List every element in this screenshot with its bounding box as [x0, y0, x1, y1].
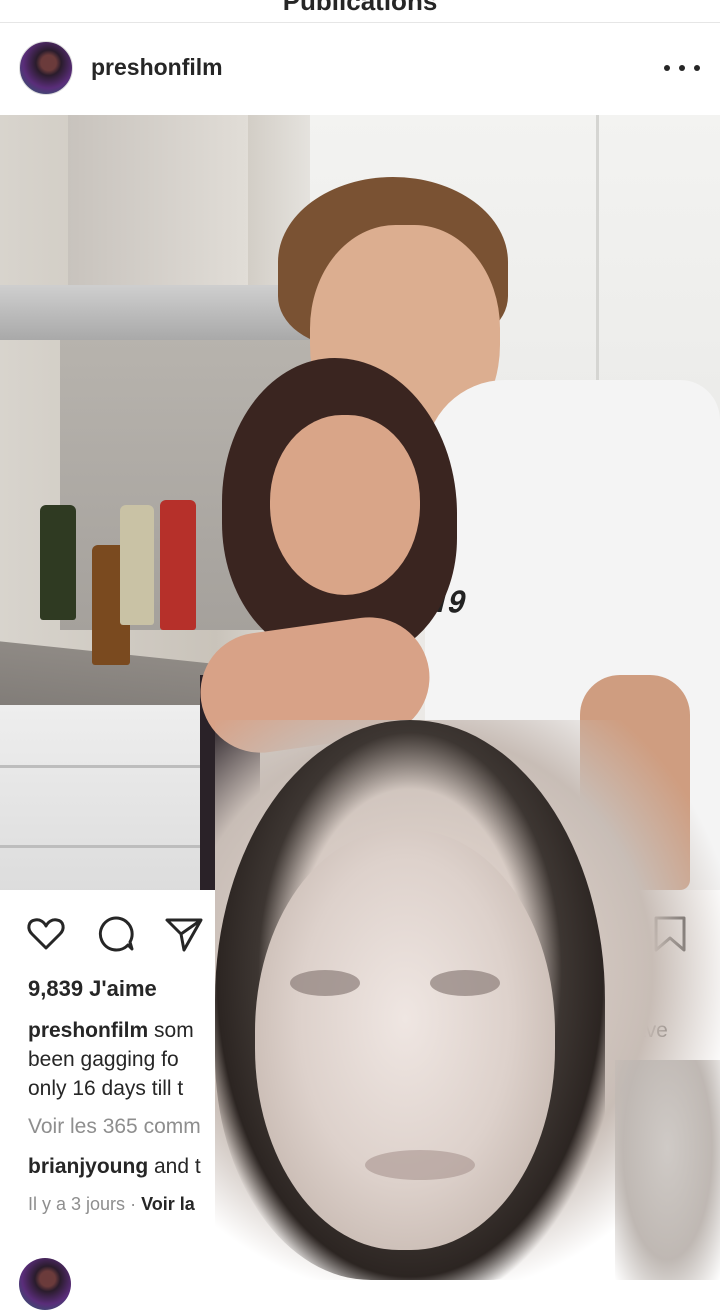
liked-by: brianjyoung and t [28, 1155, 201, 1179]
caption-username[interactable]: preshonfilm [28, 1019, 148, 1042]
camera-overlay [215, 720, 720, 1280]
post-header: preshonfilm [0, 23, 720, 115]
next-post-avatar[interactable] [19, 1258, 71, 1310]
post-username[interactable]: preshonfilm [91, 54, 223, 81]
send-icon[interactable] [162, 912, 206, 956]
liked-by-rest: and t [148, 1155, 201, 1178]
page-title: Publications [282, 0, 438, 16]
more-dots-icon[interactable] [664, 53, 700, 83]
likes-count[interactable]: 9,839 J'aime [28, 976, 157, 1002]
heart-icon[interactable] [24, 912, 68, 956]
post-time: Il y a 3 jours [28, 1194, 126, 1214]
see-translation-link[interactable]: Voir la [141, 1194, 195, 1214]
top-bar: Publications [0, 0, 720, 23]
liker-username[interactable]: brianjyoung [28, 1155, 148, 1178]
comment-icon[interactable] [94, 912, 138, 956]
post-meta: Il y a 3 jours · Voir la [28, 1194, 195, 1214]
view-comments-link[interactable]: Voir les 365 comm [28, 1115, 201, 1139]
caption-text-line1: som [154, 1019, 194, 1042]
avatar[interactable] [19, 41, 73, 95]
